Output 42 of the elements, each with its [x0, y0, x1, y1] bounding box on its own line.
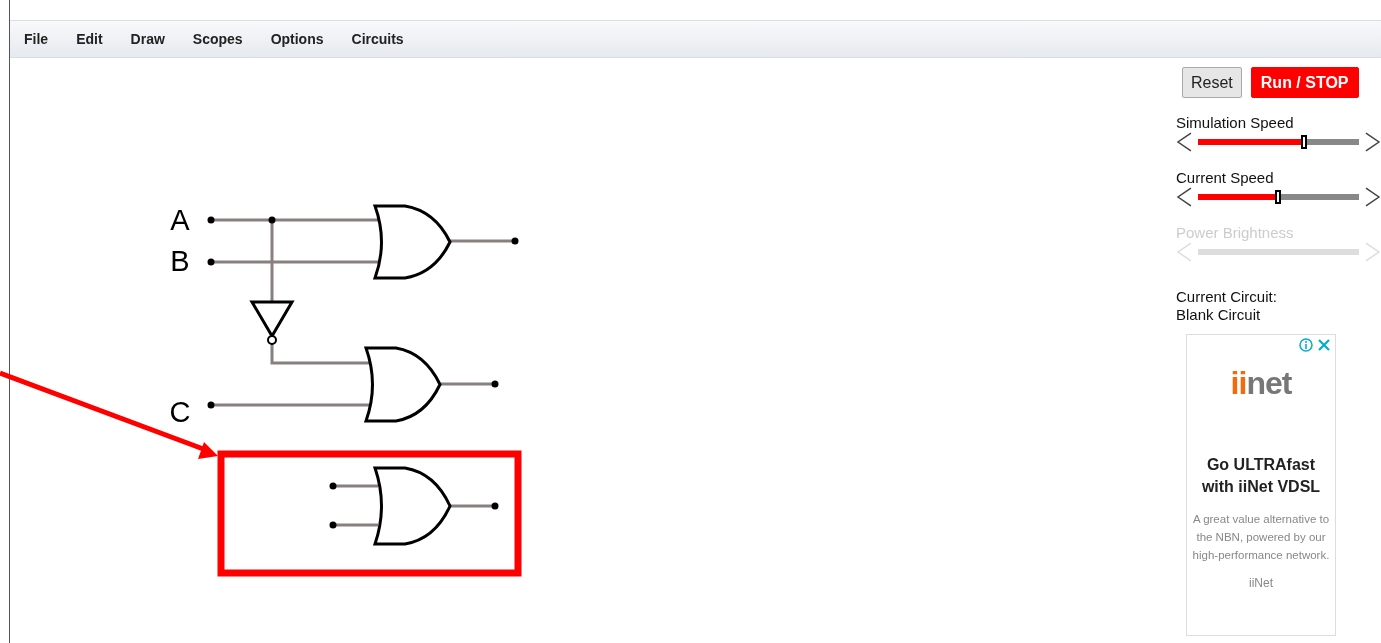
info-icon[interactable] [1299, 338, 1313, 352]
terminal-dot [491, 502, 499, 510]
terminal-dot [511, 237, 519, 245]
chevron-left-icon[interactable] [1176, 187, 1192, 207]
current-circuit-label: Current Circuit: [1176, 288, 1278, 306]
input-label: B [170, 245, 190, 277]
chevron-left-icon[interactable] [1176, 132, 1192, 152]
menu-item[interactable]: File [24, 31, 49, 47]
terminal-dot [329, 521, 337, 529]
terminal-dot [207, 258, 215, 266]
menu-item[interactable]: Scopes [192, 31, 243, 47]
menu-item[interactable]: Draw [130, 31, 165, 47]
menu-item[interactable]: Options [270, 31, 324, 47]
terminal-dot [491, 380, 499, 388]
chevron-right-icon[interactable] [1365, 187, 1381, 207]
menu-item[interactable]: Edit [76, 31, 103, 47]
reset-button[interactable]: Reset [1182, 67, 1242, 98]
menu-item[interactable]: Circuits [351, 31, 404, 47]
not-gate [249, 300, 295, 345]
close-icon[interactable] [1317, 338, 1331, 352]
ad-advertiser: iiNet [1249, 576, 1273, 590]
input-label: C [169, 396, 191, 428]
current-circuit-name: Blank Circuit [1176, 306, 1262, 324]
ad-logo: iinet [1230, 365, 1292, 402]
terminal-dot [207, 216, 215, 224]
slider-label: Current Speed [1176, 170, 1275, 186]
slider-thumb[interactable] [1300, 135, 1307, 149]
run-stop-button[interactable]: Run / STOP [1250, 67, 1359, 98]
terminal-dot [207, 401, 215, 409]
chevron-right-icon[interactable] [1365, 132, 1381, 152]
wire [333, 523, 378, 527]
wire [450, 239, 515, 243]
terminal-dot [329, 482, 337, 490]
terminal-dot [268, 216, 276, 224]
ad-headline[interactable]: Go ULTRAfast with iiNet VDSL [1187, 454, 1335, 498]
slider-thumb[interactable] [1275, 190, 1282, 204]
input-label: A [170, 204, 190, 236]
wire [450, 504, 495, 508]
slider-label: Simulation Speed [1176, 115, 1295, 131]
wire [333, 484, 378, 488]
wire [440, 382, 495, 386]
ad-text: A great value alternative to the NBN, powered by our high-performance network. [1191, 512, 1331, 563]
